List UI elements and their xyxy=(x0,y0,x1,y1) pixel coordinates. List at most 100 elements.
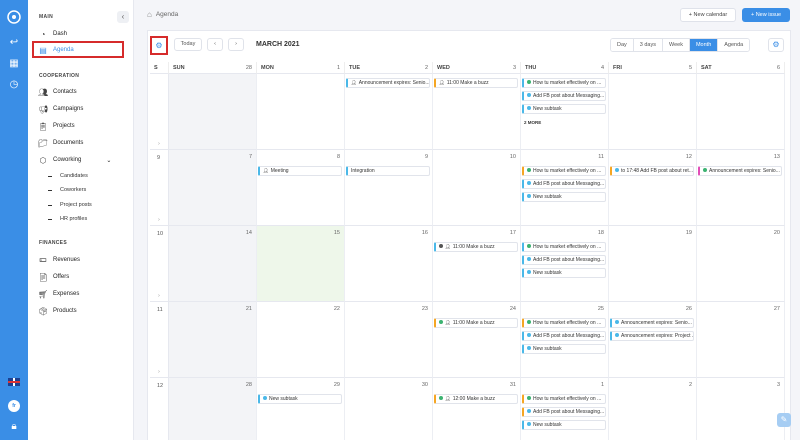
sidebar-subitem-hr-profiles[interactable]: HR profiles xyxy=(48,214,87,224)
calendar-event[interactable]: New subtask xyxy=(522,420,606,430)
more-events-link[interactable]: 2 MORE xyxy=(524,120,541,125)
day-cell[interactable]: 10 xyxy=(433,150,521,226)
day-cell[interactable]: 13 Announcement expires: Senio... xyxy=(697,150,785,226)
calendar-event[interactable]: 👤︎ 12:00 Make a buzz xyxy=(434,394,518,404)
day-cell[interactable]: 1 How tu market effectively on ... Add FB … xyxy=(521,378,609,440)
view-tab-week[interactable]: Week xyxy=(663,39,690,51)
calendar-event[interactable]: How tu market effectively on ... xyxy=(522,394,606,404)
day-cell[interactable]: 20 xyxy=(697,226,785,302)
day-cell[interactable]: 17 👤︎ 11:00 Make a buzz xyxy=(433,226,521,302)
uk-flag-icon[interactable] xyxy=(8,378,20,386)
app-logo-icon[interactable] xyxy=(7,10,21,24)
day-cell[interactable] xyxy=(697,74,785,150)
expand-week-icon[interactable]: › xyxy=(158,293,160,299)
view-tab-month[interactable]: Month xyxy=(689,39,719,51)
view-settings-gear-icon[interactable]: ⚙ xyxy=(768,38,784,52)
calendar-event[interactable]: How tu market effectively on ... xyxy=(522,242,606,252)
expand-week-icon[interactable]: › xyxy=(158,217,160,223)
calendar-event[interactable]: to 17:48 Add FB post about ret... xyxy=(610,166,694,176)
calendar-event[interactable]: How tu market effectively on ... xyxy=(522,78,606,88)
day-cell[interactable]: 27 xyxy=(697,302,785,378)
sidebar-subitem-candidates[interactable]: Candidates xyxy=(48,171,88,181)
calendar-event[interactable]: Announcement expires: Senio... xyxy=(610,318,694,328)
new-calendar-button[interactable]: + New calendar xyxy=(680,8,736,22)
calendar-event[interactable]: New subtask xyxy=(522,268,606,278)
new-issue-button[interactable]: + New issue xyxy=(742,8,790,22)
view-tab-agenda[interactable]: Agenda xyxy=(718,39,750,51)
day-cell[interactable]: 18 How tu market effectively on ... Add FB… xyxy=(521,226,609,302)
day-cell[interactable]: 23 xyxy=(345,302,433,378)
week-number-cell[interactable]: › xyxy=(150,74,169,150)
day-cell[interactable]: 30 xyxy=(345,378,433,440)
calendar-event[interactable]: 👤︎ Announcement expires: Senio... xyxy=(346,78,430,88)
calendar-event[interactable]: Add FB post about Messaging... xyxy=(522,331,606,341)
calendar-event[interactable]: How tu market effectively on ... xyxy=(522,318,606,328)
day-cell[interactable]: 21 xyxy=(169,302,257,378)
back-arrow-icon[interactable]: ↩ xyxy=(7,36,21,50)
day-cell[interactable]: 16 xyxy=(345,226,433,302)
day-cell[interactable]: 31 👤︎ 12:00 Make a buzz xyxy=(433,378,521,440)
sidebar-item-expenses[interactable]: 🛒︎ Expenses xyxy=(38,288,79,300)
day-cell[interactable] xyxy=(257,74,345,150)
day-cell[interactable]: 11 How tu market effectively on ... Add FB… xyxy=(521,150,609,226)
day-cell[interactable]: 7 xyxy=(169,150,257,226)
calendar-event[interactable]: New subtask xyxy=(522,104,606,114)
sidebar-item-dash[interactable]: ◔ Dash xyxy=(38,28,67,40)
feedback-icon[interactable]: ✎ xyxy=(777,413,791,427)
day-cell[interactable]: 👤︎ Announcement expires: Senio... xyxy=(345,74,433,150)
week-number-cell[interactable]: 9 › xyxy=(150,150,169,226)
prev-month-button[interactable]: ‹ xyxy=(207,38,223,51)
calendar-event[interactable]: 👤︎ Meeting xyxy=(258,166,342,176)
next-month-button[interactable]: › xyxy=(228,38,244,51)
lock-icon[interactable]: 🔒︎ xyxy=(7,420,21,434)
timer-icon[interactable]: ◷ xyxy=(7,78,21,92)
sidebar-item-offers[interactable]: 📄︎ Offers xyxy=(38,271,69,283)
calendar-event[interactable]: Add FB post about Messaging... xyxy=(522,255,606,265)
collapse-sidebar-button[interactable]: ‹ xyxy=(117,11,129,23)
today-button[interactable]: Today xyxy=(174,38,202,51)
language-badge[interactable]: fr xyxy=(8,400,20,412)
view-tab-3-days[interactable]: 3 days xyxy=(633,39,663,51)
calendar-event[interactable]: 👤︎ 11:00 Make a buzz xyxy=(434,78,518,88)
calendar-settings-icon[interactable]: ⚙ xyxy=(150,36,168,55)
expand-week-icon[interactable]: › xyxy=(158,369,160,375)
expand-week-icon[interactable]: › xyxy=(158,141,160,147)
day-cell[interactable]: 25 How tu market effectively on ... Add FB… xyxy=(521,302,609,378)
calendar-event[interactable]: New subtask xyxy=(258,394,342,404)
sidebar-item-documents[interactable]: 📁︎ Documents xyxy=(38,137,83,149)
calendar-event[interactable]: Integration xyxy=(346,166,430,176)
calendar-event[interactable]: Add FB post about Messaging... xyxy=(522,179,606,189)
day-cell[interactable]: 22 xyxy=(257,302,345,378)
day-cell[interactable]: 28 xyxy=(169,378,257,440)
calendar-event[interactable]: Announcement expires: Senio... xyxy=(698,166,782,176)
day-cell[interactable]: 12 to 17:48 Add FB post about ret... xyxy=(609,150,697,226)
calendar-event[interactable]: Add FB post about Messaging... xyxy=(522,407,606,417)
day-cell[interactable]: 9 Integration xyxy=(345,150,433,226)
week-number-cell[interactable]: 10 › xyxy=(150,226,169,302)
view-tab-day[interactable]: Day xyxy=(611,39,634,51)
calendar-event[interactable]: 👤︎ 11:00 Make a buzz xyxy=(434,242,518,252)
sidebar-subitem-project-posts[interactable]: Project posts xyxy=(48,200,92,210)
day-cell[interactable]: 24 👤︎ 11:00 Make a buzz xyxy=(433,302,521,378)
sidebar-item-projects[interactable]: 📋︎ Projects xyxy=(38,120,75,132)
day-cell[interactable] xyxy=(169,74,257,150)
day-cell[interactable]: 2 xyxy=(609,378,697,440)
week-number-cell[interactable]: 11 › xyxy=(150,302,169,378)
day-cell[interactable]: 3 xyxy=(697,378,785,440)
day-cell[interactable]: 26 Announcement expires: Senio... Announce… xyxy=(609,302,697,378)
calendar-event[interactable]: New subtask xyxy=(522,192,606,202)
sidebar-item-products[interactable]: 📦︎ Products xyxy=(38,305,77,317)
sidebar-item-coworking[interactable]: ⬡ Coworking ⌄ xyxy=(38,154,112,166)
sidebar-item-revenues[interactable]: 💵︎ Revenues xyxy=(38,254,80,266)
day-cell[interactable]: 14 xyxy=(169,226,257,302)
day-cell[interactable]: How tu market effectively on ... Add FB p… xyxy=(521,74,609,150)
day-cell[interactable]: 15 xyxy=(257,226,345,302)
calendar-event[interactable]: How tu market effectively on ... xyxy=(522,166,606,176)
sidebar-subitem-coworkers[interactable]: Coworkers xyxy=(48,185,86,195)
week-number-cell[interactable]: 12› xyxy=(150,378,169,440)
day-cell[interactable]: 👤︎ 11:00 Make a buzz xyxy=(433,74,521,150)
apps-grid-icon[interactable]: ▦ xyxy=(7,57,21,71)
sidebar-item-contacts[interactable]: 👥︎ Contacts xyxy=(38,86,77,98)
calendar-event[interactable]: Announcement expires: Project ... xyxy=(610,331,694,341)
day-cell[interactable]: 8 👤︎ Meeting xyxy=(257,150,345,226)
